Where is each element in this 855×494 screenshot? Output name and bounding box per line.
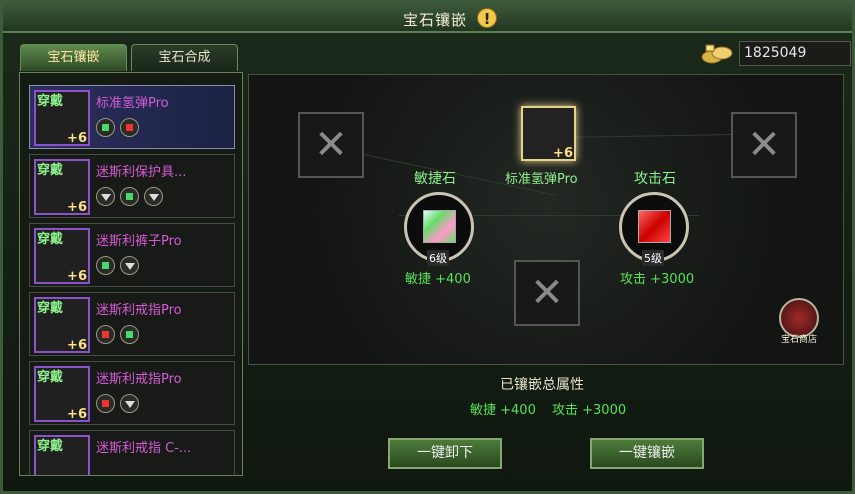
summary-stat-agility: 敏捷 +400 bbox=[470, 403, 536, 418]
gem-slot bbox=[96, 256, 115, 275]
right-gem-title: 攻击石 bbox=[634, 171, 676, 187]
gem-slot bbox=[120, 394, 139, 413]
equipment-icon: 穿戴 +6 bbox=[34, 159, 90, 215]
selected-equipment-name: 标准氢弹Pro bbox=[505, 172, 578, 187]
equip-plus: +6 bbox=[67, 269, 87, 284]
attack-gem-icon bbox=[638, 210, 671, 243]
empty-socket-slot[interactable]: ✕ bbox=[731, 112, 797, 178]
equip-name: 迷斯利戒指Pro bbox=[96, 303, 182, 318]
equipment-icon: 穿戴 +6 bbox=[34, 366, 90, 422]
gem-slot-row bbox=[96, 394, 139, 413]
left-gem-title: 敏捷石 bbox=[414, 171, 456, 187]
equip-plus: +6 bbox=[67, 338, 87, 353]
equip-plus: +6 bbox=[67, 407, 87, 422]
equip-name: 标准氢弹Pro bbox=[96, 96, 169, 111]
close-icon: ✕ bbox=[747, 122, 781, 168]
gem-slot-row bbox=[96, 325, 139, 344]
window-title: 宝石镶嵌 bbox=[403, 11, 468, 29]
list-item[interactable]: 穿戴 +6 标准氢弹Pro bbox=[29, 85, 235, 149]
gem-slot bbox=[120, 187, 139, 206]
right-gem-stat: 攻击 +3000 bbox=[620, 272, 695, 287]
equip-tag: 穿戴 bbox=[37, 163, 64, 178]
gem-slot-row bbox=[96, 187, 163, 206]
remove-all-button[interactable]: 一键卸下 bbox=[388, 438, 502, 469]
left-gem-stat: 敏捷 +400 bbox=[405, 272, 471, 287]
currency-amount: 1825049 bbox=[739, 41, 851, 66]
list-item[interactable]: 穿戴 +6 迷斯利戒指Pro bbox=[29, 292, 235, 356]
list-item[interactable]: 穿戴 +6 迷斯利戒指Pro bbox=[29, 361, 235, 425]
list-item[interactable]: 穿戴 +6 迷斯利保护具... bbox=[29, 154, 235, 218]
gem-level: 6级 bbox=[427, 250, 449, 266]
equip-name: 迷斯利戒指 C-... bbox=[96, 441, 192, 456]
gem-slot bbox=[120, 118, 139, 137]
equip-plus: +6 bbox=[67, 200, 87, 215]
gem-slot bbox=[96, 325, 115, 344]
equip-tag: 穿戴 bbox=[37, 370, 64, 385]
equip-tag: 穿戴 bbox=[37, 439, 64, 454]
equip-name: 迷斯利戒指Pro bbox=[96, 372, 182, 387]
attack-gem-slot[interactable]: 5级 bbox=[619, 192, 689, 266]
gem-slot-row bbox=[96, 256, 139, 275]
socket-panel: ✕ ✕ ✕ +6 标准氢弹Pro 敏捷石 6级 敏捷 +400 攻击石 5级 攻… bbox=[248, 74, 844, 365]
selected-equipment-icon[interactable]: +6 bbox=[521, 106, 576, 161]
gem-slot bbox=[96, 118, 115, 137]
equip-name: 迷斯利裤子Pro bbox=[96, 234, 182, 249]
equipment-icon: 穿戴 +6 bbox=[34, 297, 90, 353]
empty-socket-slot[interactable]: ✕ bbox=[514, 260, 580, 326]
equip-tag: 穿戴 bbox=[37, 94, 64, 109]
gem-slot bbox=[96, 187, 115, 206]
agility-gem-icon bbox=[423, 210, 456, 243]
tab-gem-synthesis[interactable]: 宝石合成 bbox=[131, 44, 238, 71]
equip-plus: +6 bbox=[67, 131, 87, 146]
gem-slot bbox=[96, 394, 115, 413]
equip-plus: +6 bbox=[553, 146, 573, 161]
equipment-icon: 穿戴 +6 bbox=[34, 228, 90, 284]
equipment-icon: 穿戴 +6 bbox=[34, 90, 90, 146]
equipment-list[interactable]: 穿戴 +6 标准氢弹Pro 穿戴 +6 迷斯利保护具... 穿戴 +6 迷斯利裤… bbox=[19, 72, 243, 476]
gem-level: 5级 bbox=[642, 250, 664, 266]
agility-gem-slot[interactable]: 6级 bbox=[404, 192, 474, 266]
empty-socket-slot[interactable]: ✕ bbox=[298, 112, 364, 178]
equip-tag: 穿戴 bbox=[37, 232, 64, 247]
list-item[interactable]: 穿戴 +6 迷斯利戒指 C-... bbox=[29, 430, 235, 475]
gem-slot-row bbox=[96, 118, 139, 137]
equip-name: 迷斯利保护具... bbox=[96, 165, 187, 180]
close-icon: ✕ bbox=[314, 122, 348, 168]
equipment-icon: 穿戴 +6 bbox=[34, 435, 90, 475]
list-item[interactable]: 穿戴 +6 迷斯利裤子Pro bbox=[29, 223, 235, 287]
gem-embed-window: 宝石镶嵌 ! 宝石镶嵌 宝石合成 1825049 穿戴 +6 标准氢弹Pro 穿… bbox=[0, 0, 855, 494]
gem-slot bbox=[120, 325, 139, 344]
gem-shop-label: 宝石商店 bbox=[781, 335, 818, 345]
gem-slot bbox=[144, 187, 163, 206]
summary-stat-attack: 攻击 +3000 bbox=[552, 403, 627, 418]
gem-slot bbox=[120, 256, 139, 275]
embed-all-button[interactable]: 一键镶嵌 bbox=[590, 438, 704, 469]
close-icon: ✕ bbox=[530, 270, 564, 316]
tab-gem-embed[interactable]: 宝石镶嵌 bbox=[20, 44, 127, 71]
info-icon[interactable]: ! bbox=[477, 8, 497, 28]
summary-title: 已镶嵌总属性 bbox=[500, 377, 584, 393]
titlebar: 宝石镶嵌 ! bbox=[3, 3, 852, 33]
equip-tag: 穿戴 bbox=[37, 301, 64, 316]
gold-ingot-icon bbox=[701, 44, 733, 64]
